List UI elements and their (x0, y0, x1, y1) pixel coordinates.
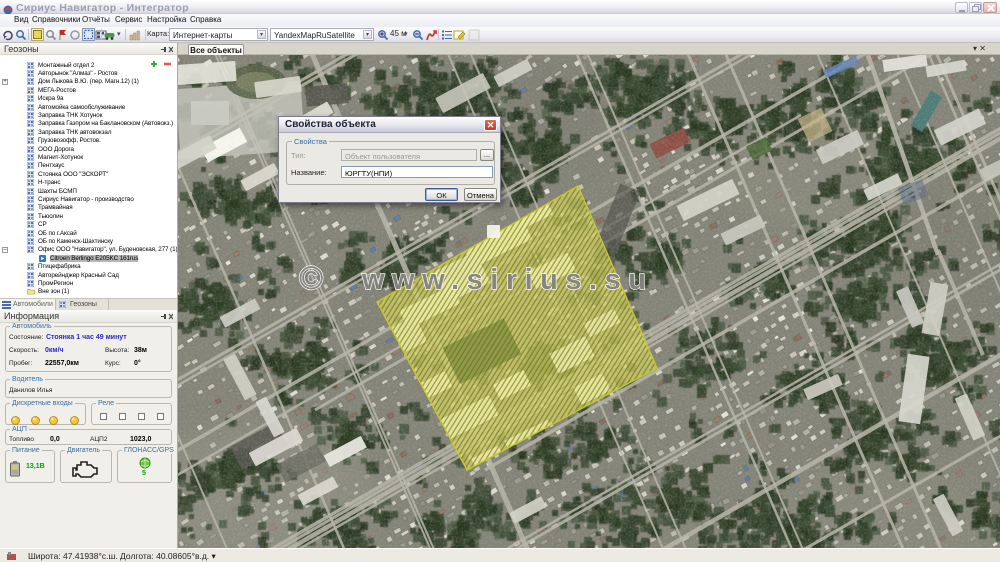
svg-text:www.sirius.su: www.sirius.su (361, 264, 653, 296)
svg-text:©: © (299, 259, 323, 296)
